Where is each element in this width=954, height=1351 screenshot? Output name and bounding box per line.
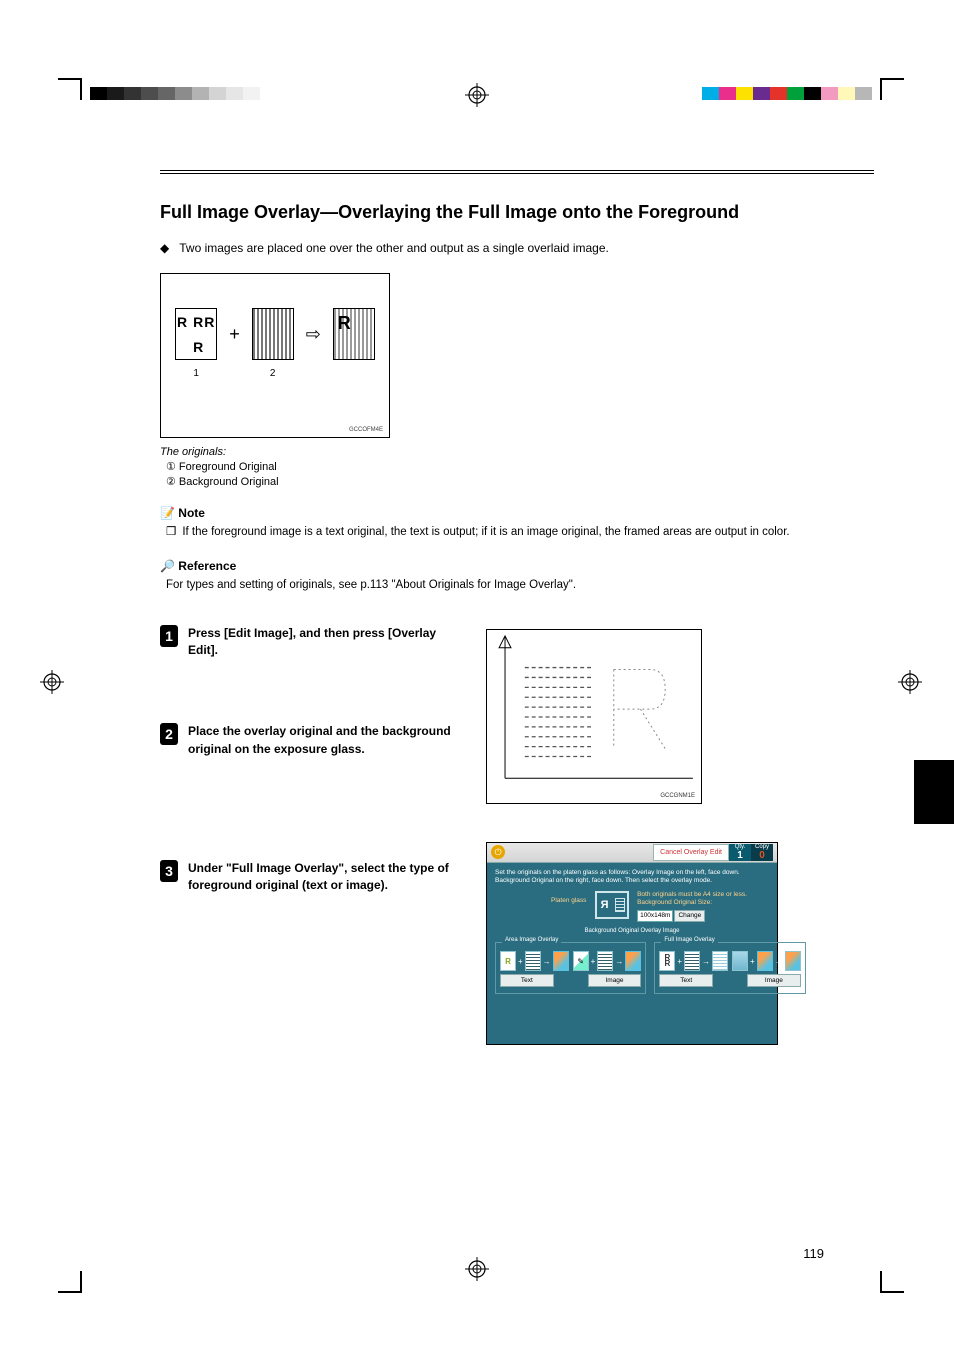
reference-text: For types and setting of originals, see …: [166, 577, 576, 594]
mini-icon: [757, 951, 773, 971]
area-text-button[interactable]: Text: [500, 974, 554, 987]
mini-icon: [732, 951, 748, 971]
group-title-area: Area Image Overlay: [502, 937, 561, 943]
mini-icon: [625, 951, 641, 971]
cancel-overlay-edit-button[interactable]: Cancel Overlay Edit: [653, 844, 729, 861]
power-icon[interactable]: ⏻: [491, 845, 505, 859]
copy-indicator: Copy 0: [751, 844, 773, 861]
note-heading: 📝 Note: [160, 506, 874, 520]
ui-instruction-text: Set the originals on the platen glass as…: [495, 869, 769, 885]
plus-icon: +: [591, 957, 596, 966]
background-original-icon: [252, 308, 294, 360]
section-heading: Full Image Overlay—Overlaying the Full I…: [160, 202, 874, 223]
figure-code: GCCOFM4E: [349, 427, 383, 433]
mini-icon: [553, 951, 569, 971]
registration-mark-icon: [465, 83, 489, 107]
section-thumb-tab: [914, 760, 954, 824]
change-size-button[interactable]: Change: [674, 910, 705, 922]
crop-mark: [880, 78, 882, 100]
crop-mark: [80, 78, 82, 100]
page-rule: [160, 173, 874, 174]
figure-index-2: 2: [252, 368, 294, 379]
original-size-info: Both originals must be A4 size or less. …: [637, 891, 747, 922]
step-number-2: 2: [160, 723, 178, 745]
step-2-text: Place the overlay original and the backg…: [188, 723, 460, 758]
page-number: 119: [803, 1246, 824, 1261]
grayscale-density-strip: [90, 87, 260, 100]
registration-mark-icon: [898, 670, 922, 694]
platen-diagram-icon: R: [595, 891, 629, 919]
reference-heading: 🔎 Reference: [160, 559, 874, 573]
plus-icon: +: [677, 957, 682, 966]
arrow-right-icon: ⇨: [306, 308, 321, 345]
qty-indicator: Qty. 1: [729, 844, 751, 861]
note-bullet-icon: ❒: [166, 524, 176, 541]
step-number-3: 3: [160, 860, 178, 882]
arrow-right-icon: →: [702, 957, 710, 966]
color-registration-strip: [702, 87, 872, 100]
crop-mark: [880, 1271, 882, 1293]
mini-icon: RR: [659, 951, 675, 971]
plus-icon: +: [518, 957, 523, 966]
reference-link: p.113 "About Originals for Image Overlay…: [360, 579, 573, 591]
diamond-bullet-icon: ◆: [160, 239, 169, 257]
step-number-1: 1: [160, 625, 178, 647]
registration-mark-icon: [40, 670, 64, 694]
crop-mark: [58, 78, 80, 80]
area-image-overlay-group: Area Image Overlay R + →: [495, 942, 646, 994]
area-image-button[interactable]: Image: [588, 974, 642, 987]
mini-icon: [597, 951, 613, 971]
note-text: If the foreground image is a text origin…: [182, 524, 789, 541]
mini-icon: [684, 951, 700, 971]
background-size-value: 100x148m: [637, 910, 673, 922]
crop-mark: [882, 1291, 904, 1293]
arrow-right-icon: →: [615, 957, 623, 966]
step-1-text: Press [Edit Image], and then press [Over…: [188, 625, 460, 660]
mini-icon: R: [500, 951, 516, 971]
overlay-result-icon: R: [333, 308, 375, 360]
platen-slot-labels: Background Original Overlay Image: [495, 928, 769, 934]
figure-code: GCCGNM1E: [660, 793, 695, 799]
originals-label: The originals:: [160, 446, 874, 458]
background-original-label: ② Background Original: [166, 475, 874, 488]
figure-index-1: 1: [175, 368, 217, 379]
foreground-original-icon: R R R R: [175, 308, 217, 360]
step-3-text: Under "Full Image Overlay", select the t…: [188, 860, 460, 895]
plus-icon: +: [750, 957, 755, 966]
mini-icon: ✎: [573, 951, 589, 971]
crop-mark: [80, 1271, 82, 1293]
full-image-button[interactable]: Image: [747, 974, 801, 987]
platen-glass-figure: GCCGNM1E: [486, 629, 702, 804]
page-rule: [160, 170, 874, 171]
group-title-full: Full Image Overlay: [661, 937, 717, 943]
plus-icon: +: [229, 308, 240, 345]
full-text-button[interactable]: Text: [659, 974, 713, 987]
mini-icon: [785, 951, 801, 971]
overlay-edit-screenshot: ⏻ Cancel Overlay Edit Qty. 1 Copy 0: [486, 842, 778, 1046]
intro-text: Two images are placed one over the other…: [179, 239, 609, 257]
full-image-overlay-group: Full Image Overlay RR + →: [654, 942, 805, 994]
arrow-right-icon: →: [775, 957, 783, 966]
overlay-example-figure: R R R R 1 + 2 ⇨ R GCCOFM4E: [160, 273, 390, 438]
mini-icon: [712, 951, 728, 971]
crop-mark: [58, 1291, 80, 1293]
foreground-original-label: ① Foreground Original: [166, 460, 874, 473]
platen-glass-label: Platen glass: [551, 897, 586, 904]
crop-mark: [882, 78, 904, 80]
arrow-right-icon: →: [543, 957, 551, 966]
mini-icon: [525, 951, 541, 971]
